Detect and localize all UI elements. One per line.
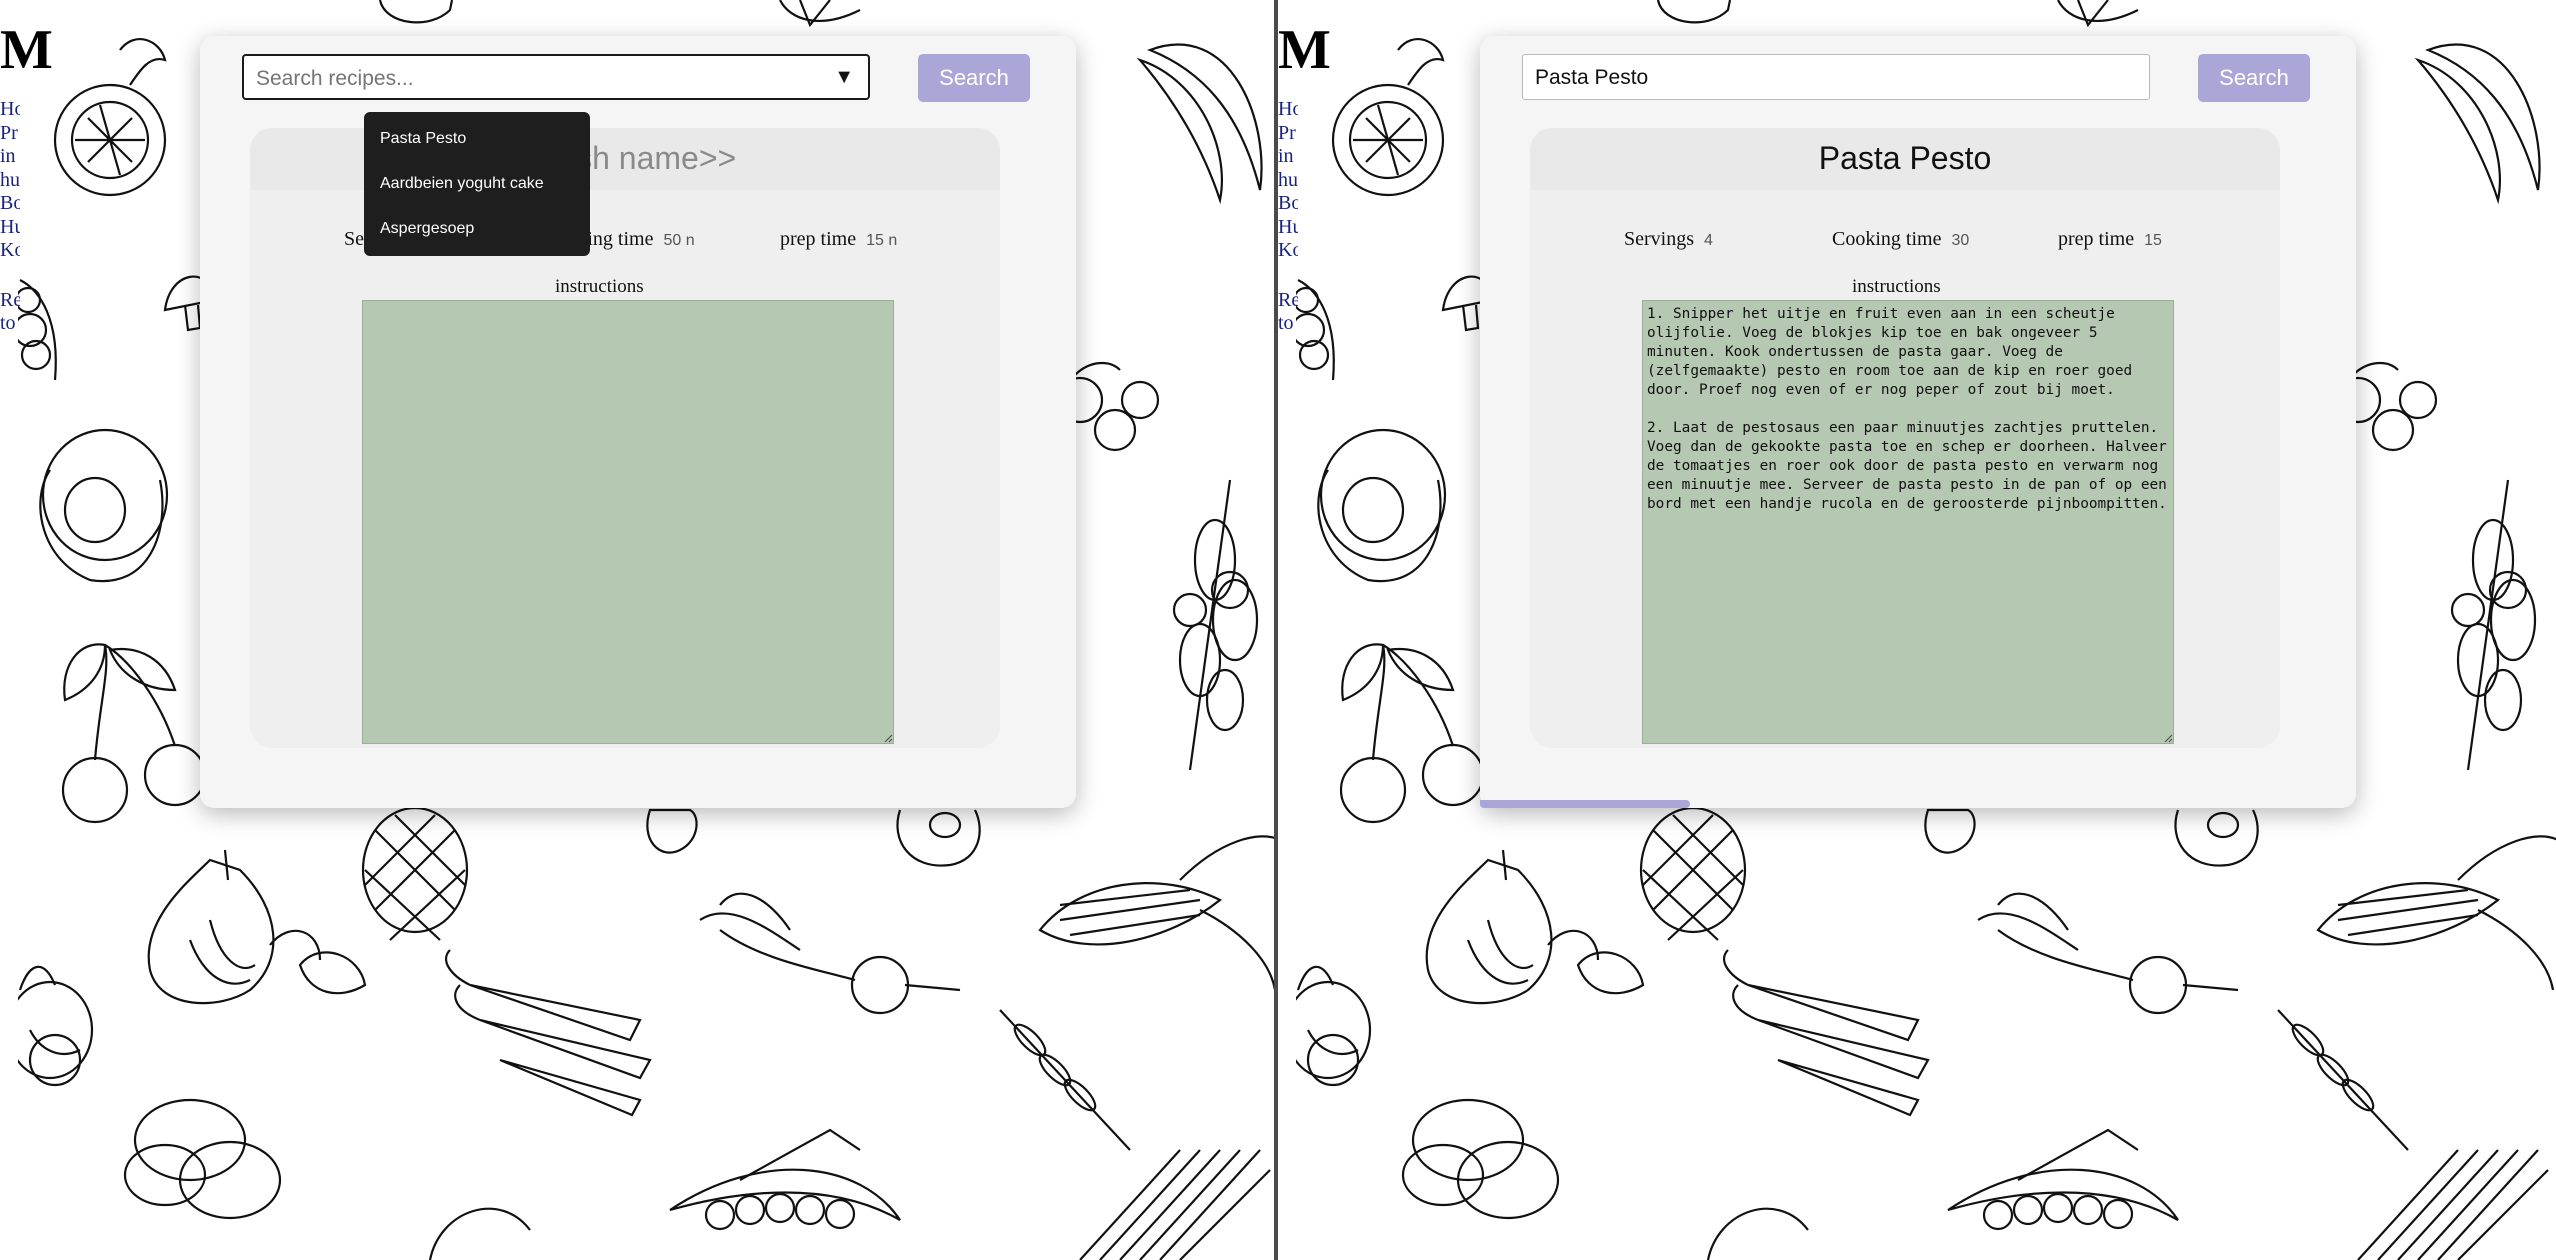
- instructions-label: instructions: [555, 276, 644, 297]
- search-suggestions-dropdown: Pasta Pesto Aardbeien yoguht cake Asperg…: [364, 112, 590, 256]
- suggestion-option[interactable]: Aspergesoep: [380, 220, 474, 238]
- suggestion-option[interactable]: Pasta Pesto: [380, 130, 466, 148]
- nav-link[interactable]: Bo: [0, 192, 20, 216]
- nav-link[interactable]: in: [0, 145, 20, 169]
- servings-field: Servings 4: [1624, 228, 1713, 251]
- nav-links: Ho Pr in hu Bo Hu Ko Re to: [0, 98, 20, 336]
- nav-link[interactable]: in: [1278, 145, 1298, 169]
- prep-time-value[interactable]: 15 n: [866, 232, 897, 249]
- nav-link[interactable]: Ho: [0, 98, 20, 122]
- nav-link[interactable]: Hu: [1278, 216, 1298, 240]
- search-value: Pasta Pesto: [1535, 66, 1649, 89]
- nav-link[interactable]: Bo: [1278, 192, 1298, 216]
- nav-link[interactable]: Hu: [0, 216, 20, 240]
- dish-title: <<dish name>>: [513, 140, 737, 176]
- resize-grip-icon[interactable]: [2163, 733, 2173, 743]
- instructions-textarea[interactable]: [362, 300, 894, 744]
- nav-link[interactable]: Pr: [0, 122, 20, 146]
- servings-value[interactable]: 4: [1704, 232, 1713, 249]
- cooking-time-value[interactable]: 50 n: [663, 232, 694, 249]
- dish-title: Pasta Pesto: [1818, 140, 1992, 176]
- search-placeholder: Search recipes...: [256, 67, 414, 90]
- recipe-card: Search recipes... ▼ Search <<dish name>>…: [200, 36, 1076, 808]
- recipe-card: Pasta Pesto Search Pasta Pesto Servings 4…: [1480, 36, 2356, 808]
- nav-link[interactable]: Pr: [1278, 122, 1298, 146]
- search-button[interactable]: Search: [2198, 54, 2310, 102]
- nav-link[interactable]: hu: [1278, 169, 1298, 193]
- instructions-label: instructions: [1852, 276, 1941, 297]
- prep-time-field: prep time 15: [2058, 228, 2162, 251]
- nav-link[interactable]: Ho: [1278, 98, 1298, 122]
- nav-link[interactable]: Ko: [0, 239, 20, 263]
- page-heading: M: [1278, 19, 1331, 81]
- nav-link[interactable]: Ko: [1278, 239, 1298, 263]
- cooking-time-field: Cooking time 30: [1832, 228, 1969, 251]
- recipe-search-input[interactable]: Search recipes... ▼: [242, 54, 870, 100]
- triangle-down-icon[interactable]: ▼: [834, 66, 854, 89]
- prep-time-field: prep time 15 n: [780, 228, 897, 251]
- search-row: Pasta Pesto Search: [1522, 54, 2312, 104]
- page-heading: M: [0, 19, 53, 81]
- left-browser-pane: M Ho Pr in hu Bo Hu Ko Re to Search reci…: [0, 0, 1274, 1260]
- prep-time-label: prep time: [2058, 228, 2135, 250]
- loading-progress-bar: [1480, 800, 1691, 808]
- nav-link[interactable]: hu: [0, 169, 20, 193]
- resize-grip-icon[interactable]: [883, 733, 893, 743]
- cooking-time-value[interactable]: 30: [1951, 232, 1969, 249]
- recipe-search-input[interactable]: Pasta Pesto: [1522, 54, 2150, 100]
- suggestion-option[interactable]: Aardbeien yoguht cake: [380, 175, 544, 193]
- prep-time-label: prep time: [780, 228, 857, 250]
- nav-link[interactable]: to: [0, 312, 20, 336]
- servings-label: Servings: [1624, 228, 1694, 250]
- recipe-panel: Pasta Pesto Servings 4 Cooking time 30 pre…: [1530, 128, 2280, 748]
- cooking-time-label: Cooking time: [1832, 228, 1942, 250]
- nav-links: Ho Pr in hu Bo Hu Ko Re to: [1278, 98, 1298, 336]
- nav-link[interactable]: Re: [1278, 289, 1298, 313]
- search-button[interactable]: Search: [918, 54, 1030, 102]
- prep-time-value[interactable]: 15: [2144, 232, 2162, 249]
- nav-link[interactable]: to: [1278, 312, 1298, 336]
- instructions-textarea[interactable]: 1. Snipper het uitje en fruit even aan i…: [1642, 300, 2174, 744]
- right-browser-pane: M Ho Pr in hu Bo Hu Ko Re to Pasta Pesto…: [1278, 0, 2556, 1260]
- nav-link[interactable]: Re: [0, 289, 20, 313]
- recipe-panel: <<dish name>> Servings Cooking time50 n …: [250, 128, 1000, 748]
- search-row: Search recipes... ▼ Search: [242, 54, 1032, 104]
